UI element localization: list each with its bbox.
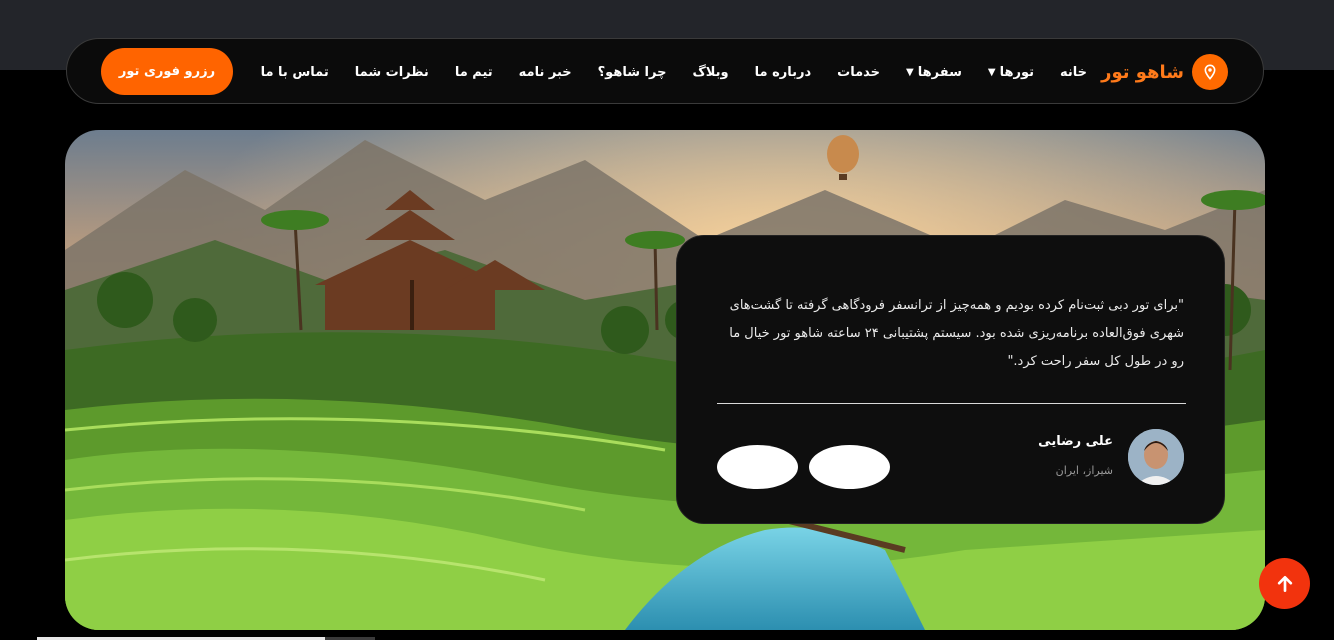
nav-item-label: تیم ما	[454, 64, 493, 80]
nav-item-label: نظرات شما	[354, 64, 429, 80]
main-navbar: شاهو تور خانه تورها ▼ سفرها ▼ خدمات درباره…	[66, 38, 1264, 104]
nav-item-label: چرا شاهو؟	[597, 64, 667, 80]
nav-item-trips[interactable]: سفرها ▼	[906, 65, 962, 80]
caret-down-icon: ▼	[987, 66, 996, 78]
nav-item-reviews[interactable]: نظرات شما	[355, 65, 429, 80]
avatar	[1128, 429, 1184, 485]
author-name: علی رضایی	[1038, 434, 1113, 449]
nav-item-contact[interactable]: تماس با ما	[261, 65, 329, 80]
book-tour-button[interactable]: رزرو فوری تور	[101, 48, 233, 95]
nav-item-label: وبلاگ	[692, 64, 729, 80]
brand-logo[interactable]: شاهو تور	[1101, 54, 1228, 90]
testimonial-quote: "برای تور دبی ثبت‌نام کرده بودیم و همه‌چ…	[729, 298, 1184, 369]
nav-item-about[interactable]: درباره ما	[755, 65, 812, 80]
nav-item-why[interactable]: چرا شاهو؟	[598, 65, 667, 80]
nav-item-label: تماس با ما	[260, 64, 329, 80]
nav-item-label: خانه	[1059, 64, 1087, 80]
slider-prev-button[interactable]	[717, 445, 798, 489]
author-location: شیراز، ایران	[1055, 464, 1113, 477]
nav-item-tours[interactable]: تورها ▼	[988, 65, 1034, 80]
nav-item-label: درباره ما	[754, 64, 812, 80]
nav-item-label: تورها	[999, 64, 1034, 80]
nav-item-services[interactable]: خدمات	[837, 65, 880, 80]
testimonial-card: "برای تور دبی ثبت‌نام کرده بودیم و همه‌چ…	[676, 235, 1225, 524]
nav-menu: خانه تورها ▼ سفرها ▼ خدمات درباره ما وبلاگ…	[261, 39, 1087, 105]
caret-down-icon: ▼	[906, 66, 914, 78]
nav-item-home[interactable]: خانه	[1060, 65, 1087, 80]
nav-item-team[interactable]: تیم ما	[455, 65, 493, 80]
nav-item-blog[interactable]: وبلاگ	[692, 65, 728, 80]
brand-name: شاهو تور	[1101, 61, 1184, 83]
nav-item-newsletter[interactable]: خبر نامه	[519, 65, 572, 80]
nav-item-label: خبر نامه	[518, 64, 572, 80]
nav-item-label: سفرها	[917, 64, 962, 80]
location-pin-icon	[1192, 54, 1228, 90]
scroll-to-top-button[interactable]	[1259, 558, 1310, 609]
slider-next-button[interactable]	[809, 445, 890, 489]
arrow-up-icon	[1277, 575, 1292, 592]
nav-item-label: خدمات	[837, 64, 881, 80]
divider	[717, 403, 1186, 404]
